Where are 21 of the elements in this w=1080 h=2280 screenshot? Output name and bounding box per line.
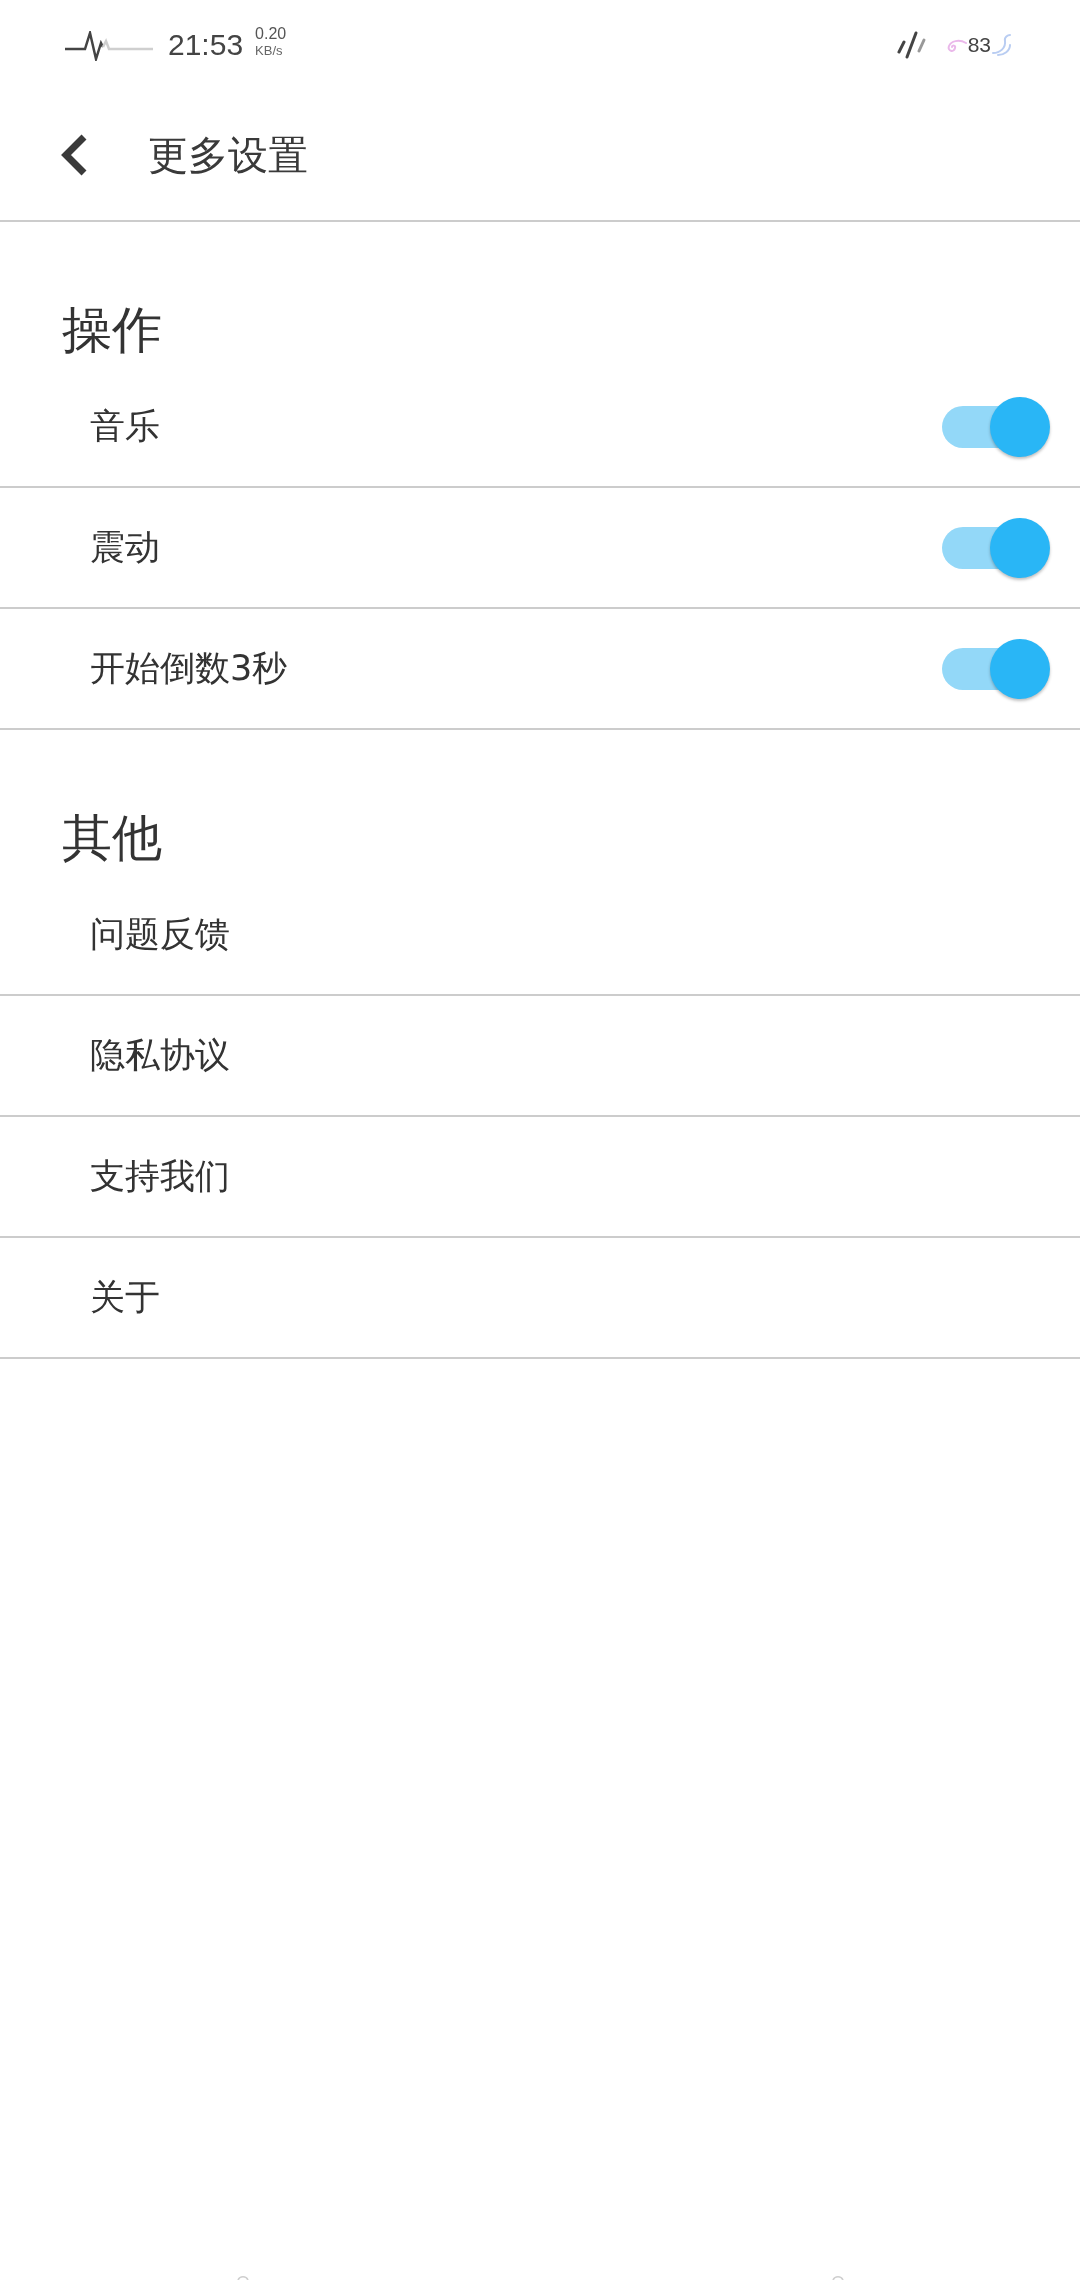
setting-label: 开始倒数3秒: [90, 647, 288, 690]
toggle-switch[interactable]: [942, 517, 1050, 578]
back-icon: [60, 133, 88, 177]
setting-label: 震动: [90, 526, 160, 569]
page-title: 更多设置: [148, 130, 308, 180]
setting-label: 音乐: [90, 405, 160, 448]
network-activity-icon: [65, 31, 153, 61]
battery-level: 83: [967, 33, 991, 57]
toggle-switch[interactable]: [942, 638, 1050, 699]
toggle-switch[interactable]: [942, 396, 1050, 457]
menu-item[interactable]: 隐私协议: [0, 996, 1080, 1117]
menu-item[interactable]: 问题反馈: [0, 875, 1080, 996]
menu-item[interactable]: 支持我们: [0, 1117, 1080, 1238]
section-heading: 其他: [62, 809, 162, 867]
network-speed-unit: KB/s: [255, 42, 284, 59]
signal-icon: [896, 31, 927, 59]
network-speed-value: 0.20: [255, 25, 287, 42]
clock-time: 21:53: [168, 28, 244, 62]
section-heading: 操作: [62, 301, 162, 359]
swirl-icon: [992, 33, 1012, 57]
menu-item[interactable]: 关于: [0, 1238, 1080, 1359]
